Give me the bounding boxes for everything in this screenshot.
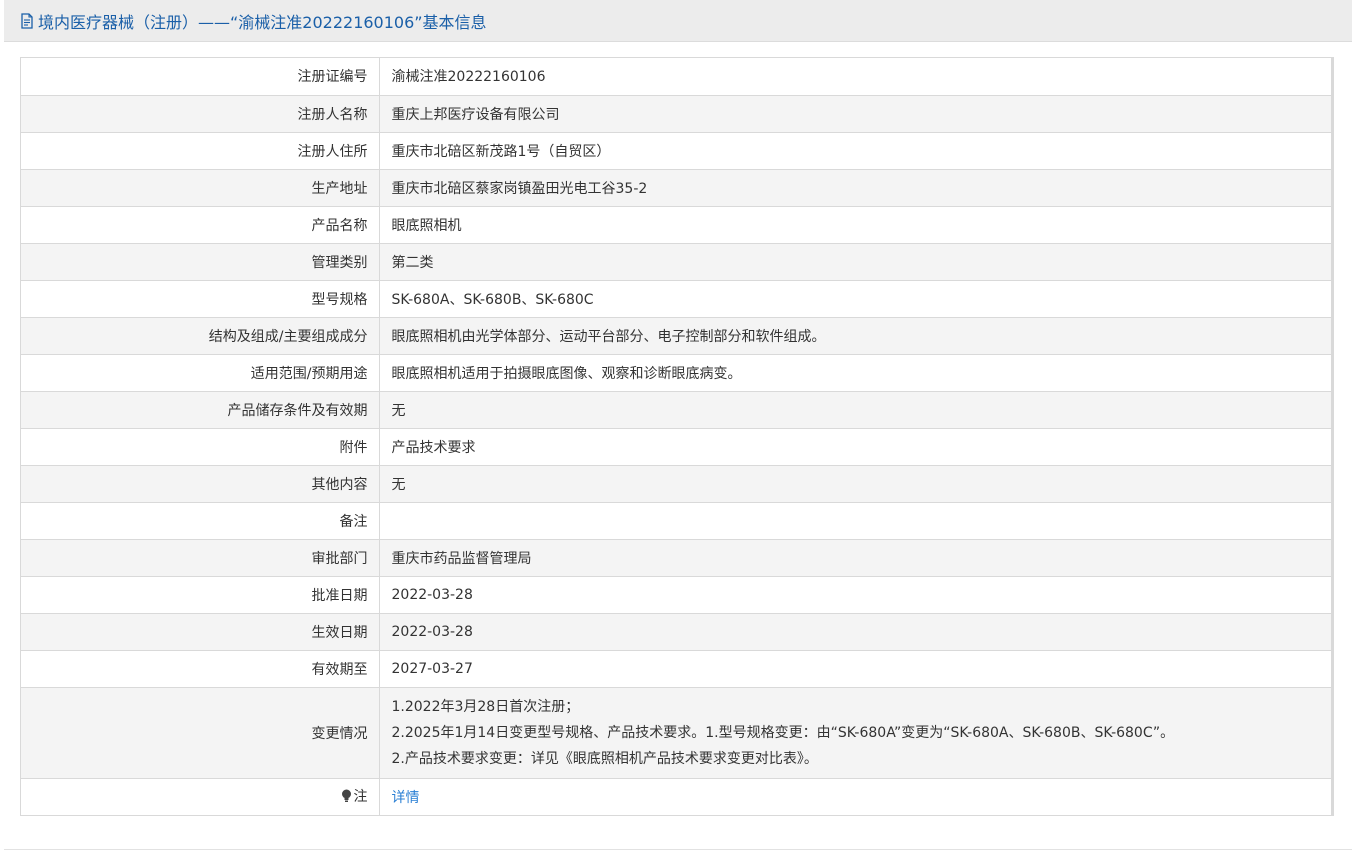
- row-value: 无: [379, 465, 1331, 503]
- change-line: 1.2022年3月28日首次注册；: [391, 698, 580, 715]
- note-row: 注 详情: [21, 778, 1331, 815]
- row-value: 重庆市北碚区新茂路1号（自贸区）: [379, 132, 1331, 170]
- table-row: 有效期至 2027-03-27: [21, 650, 1331, 688]
- change-row: 变更情况 1.2022年3月28日首次注册； 2.2025年1月14日变更型号规…: [21, 687, 1331, 779]
- note-label: 注: [353, 789, 368, 806]
- change-line: 2.产品技术要求变更：详见《眼底照相机产品技术要求变更对比表》。: [391, 750, 818, 767]
- table-row: 生产地址 重庆市北碚区蔡家岗镇盈田光电工谷35-2: [21, 169, 1331, 207]
- note-value: 详情: [379, 778, 1331, 815]
- table-row: 型号规格 SK-680A、SK-680B、SK-680C: [21, 280, 1331, 318]
- change-value: 1.2022年3月28日首次注册； 2.2025年1月14日变更型号规格、产品技…: [379, 687, 1331, 779]
- details-link[interactable]: 详情: [392, 790, 420, 806]
- table-row: 注册证编号 渝械注准20222160106: [21, 58, 1331, 96]
- row-value: 产品技术要求: [379, 428, 1331, 466]
- row-value: SK-680A、SK-680B、SK-680C: [379, 280, 1331, 318]
- table-row: 生效日期 2022-03-28: [21, 613, 1331, 651]
- row-value: 第二类: [379, 243, 1331, 281]
- row-value: 眼底照相机由光学体部分、运动平台部分、电子控制部分和软件组成。: [379, 317, 1331, 355]
- row-label: 其他内容: [21, 465, 380, 503]
- row-label: 生产地址: [21, 169, 380, 207]
- table-row: 备注: [21, 502, 1331, 540]
- row-value: 重庆上邦医疗设备有限公司: [379, 95, 1331, 133]
- row-label: 注册人名称: [21, 95, 380, 133]
- row-value: 眼底照相机适用于拍摄眼底图像、观察和诊断眼底病变。: [379, 354, 1331, 392]
- row-label: 附件: [21, 428, 380, 466]
- row-label: 型号规格: [21, 280, 380, 318]
- note-label-cell: 注: [21, 778, 380, 815]
- page-title: 境内医疗器械（注册）——“渝械注准20222160106”基本信息: [38, 12, 487, 32]
- row-value: 2022-03-28: [379, 576, 1331, 614]
- change-line: 2.2025年1月14日变更型号规格、产品技术要求。1.型号规格变更：由“SK-…: [391, 724, 1175, 741]
- row-value: 无: [379, 391, 1331, 429]
- table-row: 注册人住所 重庆市北碚区新茂路1号（自贸区）: [21, 132, 1331, 170]
- row-label: 注册证编号: [21, 58, 380, 96]
- row-label: 产品储存条件及有效期: [21, 391, 380, 429]
- table-row: 注册人名称 重庆上邦医疗设备有限公司: [21, 95, 1331, 133]
- row-label: 注册人住所: [21, 132, 380, 170]
- table-row: 产品储存条件及有效期无: [21, 391, 1331, 429]
- table-row: 适用范围/预期用途 眼底照相机适用于拍摄眼底图像、观察和诊断眼底病变。: [21, 354, 1331, 392]
- row-label: 产品名称: [21, 206, 380, 244]
- info-table: 注册证编号 渝械注准20222160106 注册人名称 重庆上邦医疗设备有限公司 注…: [20, 57, 1334, 816]
- table-row: 管理类别 第二类: [21, 243, 1331, 281]
- table-row: 结构及组成/主要组成成分 眼底照相机由光学体部分、运动平台部分、电子控制部分和软件…: [21, 317, 1331, 355]
- row-value: 2027-03-27: [379, 650, 1331, 688]
- row-label: 管理类别: [21, 243, 380, 281]
- table-row: 附件 产品技术要求: [21, 428, 1331, 466]
- detail-panel: 境内医疗器械（注册）——“渝械注准20222160106”基本信息 注册证编号渝…: [4, 0, 1352, 850]
- document-icon: [20, 12, 34, 29]
- row-label: 适用范围/预期用途: [21, 354, 380, 392]
- row-label: 结构及组成/主要组成成分: [21, 317, 380, 355]
- row-value: 渝械注准20222160106: [379, 58, 1331, 96]
- table-row: 产品名称 眼底照相机: [21, 206, 1331, 244]
- panel-header: 境内医疗器械（注册）——“渝械注准20222160106”基本信息: [4, 0, 1352, 42]
- change-label: 变更情况: [21, 687, 380, 779]
- row-label: 审批部门: [21, 539, 380, 577]
- table-row: 审批部门 重庆市药品监督管理局: [21, 539, 1331, 577]
- row-value: 眼底照相机: [379, 206, 1331, 244]
- row-label: 批准日期: [21, 576, 380, 614]
- lightbulb-icon: [341, 789, 352, 807]
- row-value: 重庆市北碚区蔡家岗镇盈田光电工谷35-2: [379, 169, 1331, 207]
- row-label: 备注: [21, 502, 380, 540]
- row-value: 重庆市药品监督管理局: [379, 539, 1331, 577]
- table-row: 批准日期 2022-03-28: [21, 576, 1331, 614]
- table-row: 其他内容无: [21, 465, 1331, 503]
- row-label: 生效日期: [21, 613, 380, 651]
- row-label: 有效期至: [21, 650, 380, 688]
- row-value: 2022-03-28: [379, 613, 1331, 651]
- row-value: [379, 502, 1331, 540]
